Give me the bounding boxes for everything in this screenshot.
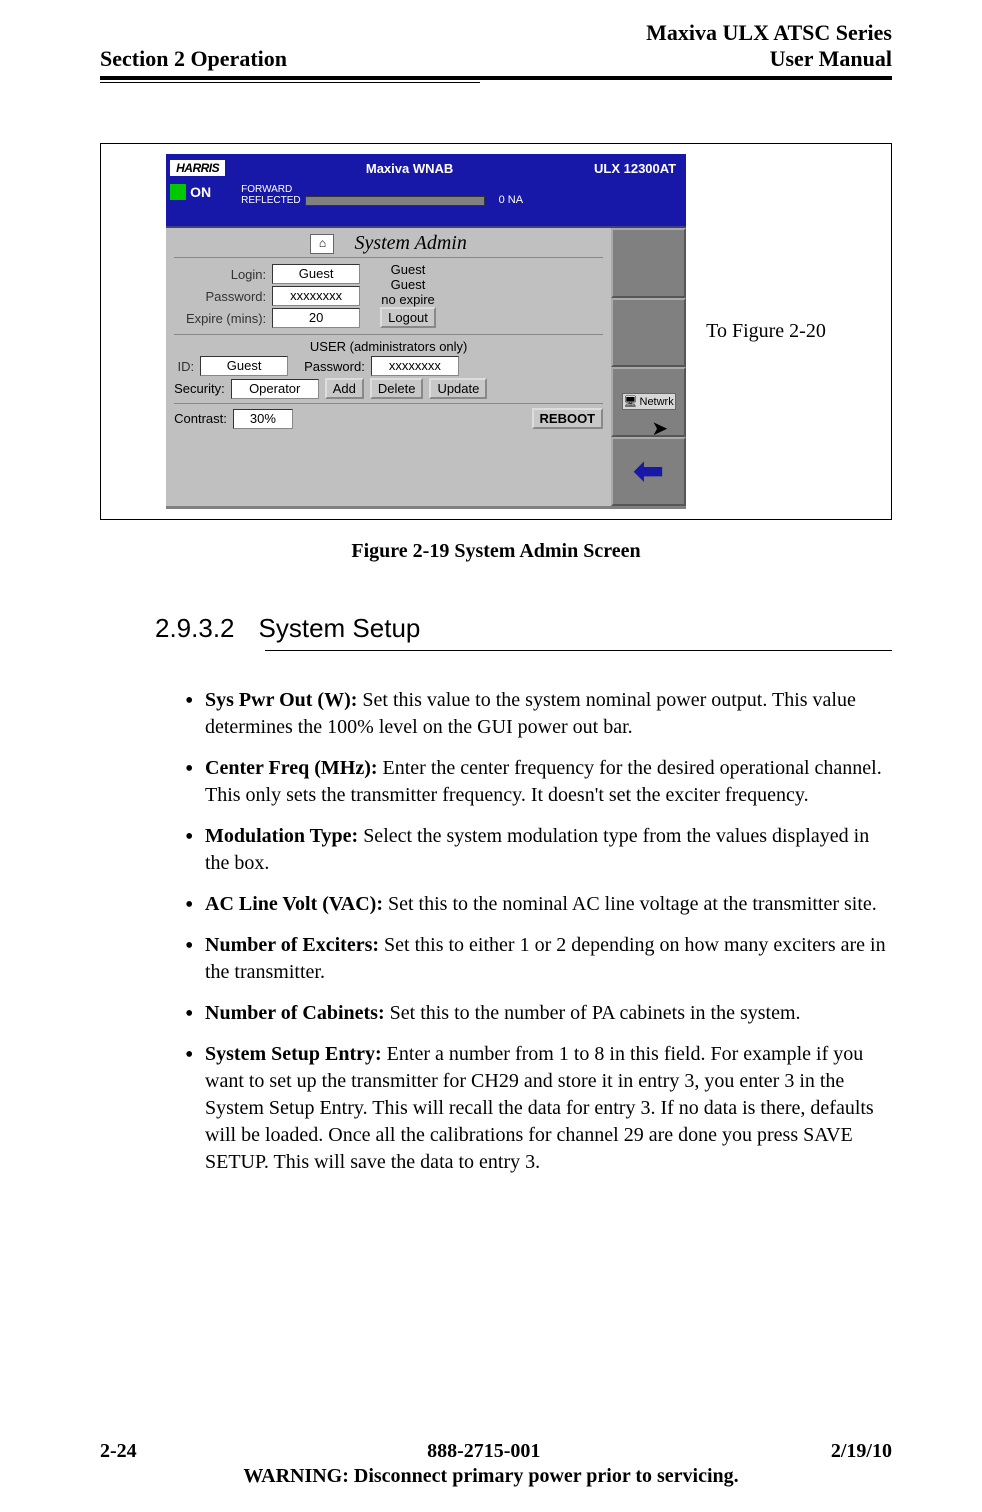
list-item: AC Line Volt (VAC): Set this to the nomi… bbox=[185, 891, 892, 918]
page-footer: 2-24 888-2715-001 2/19/10 WARNING: Disco… bbox=[0, 1440, 982, 1488]
title-mid: Maxiva WNAB bbox=[225, 161, 594, 176]
footer-date: 2/19/10 bbox=[831, 1440, 892, 1463]
subsection-title: System Setup bbox=[259, 613, 421, 644]
subsection-heading: 2.9.3.2 System Setup bbox=[155, 613, 892, 644]
cursor-icon: ➤ bbox=[651, 416, 668, 441]
bullet-bold: Center Freq (MHz): bbox=[205, 757, 378, 779]
list-item: Number of Cabinets: Set this to the numb… bbox=[185, 1000, 892, 1027]
on-label: ON bbox=[190, 184, 211, 200]
security-field[interactable]: Operator bbox=[231, 379, 319, 399]
back-arrow-icon: ⬅ bbox=[634, 450, 664, 492]
reflected-label: REFLECTED bbox=[241, 195, 300, 206]
login-label: Login: bbox=[174, 267, 266, 282]
network-label: Netwrk bbox=[640, 396, 674, 408]
id-field[interactable]: Guest bbox=[200, 356, 288, 376]
title-bar: HARRIS Maxiva WNAB ULX 12300AT bbox=[166, 154, 686, 182]
home-icon[interactable]: ⌂ bbox=[310, 234, 334, 254]
bullet-bold: Sys Pwr Out (W): bbox=[205, 689, 357, 711]
password-field[interactable]: xxxxxxxx bbox=[272, 286, 360, 306]
section-label: Section 2 Operation bbox=[100, 46, 287, 72]
noexpire-text: no expire bbox=[380, 292, 436, 307]
bullet-text: Set this to the nominal AC line voltage … bbox=[383, 893, 877, 915]
expire-label: Expire (mins): bbox=[174, 311, 266, 326]
header-rule bbox=[100, 82, 480, 83]
expire-field[interactable]: 20 bbox=[272, 308, 360, 328]
network-icon: 🖥 bbox=[624, 395, 638, 408]
subsection-number: 2.9.3.2 bbox=[155, 613, 235, 644]
reboot-button[interactable]: REBOOT bbox=[532, 408, 604, 429]
pw2-label: Password: bbox=[304, 359, 365, 374]
logout-button[interactable]: Logout bbox=[380, 307, 436, 328]
list-item: Sys Pwr Out (W): Set this value to the s… bbox=[185, 687, 892, 741]
ona-label: 0 NA bbox=[499, 195, 523, 206]
id-label: ID: bbox=[174, 359, 194, 374]
login-field[interactable]: Guest bbox=[272, 264, 360, 284]
harris-logo: HARRIS bbox=[170, 160, 225, 176]
update-button[interactable]: Update bbox=[429, 378, 487, 399]
bullet-bold: Number of Cabinets: bbox=[205, 1002, 385, 1024]
contrast-field[interactable]: 30% bbox=[233, 409, 293, 429]
password-label: Password: bbox=[174, 289, 266, 304]
admin-panel: ⌂ System Admin Login: Guest Password: xxxx… bbox=[166, 228, 611, 506]
list-item: System Setup Entry: Enter a number from … bbox=[185, 1041, 892, 1176]
side-buttons: 🖥Netwrk ⬅ bbox=[611, 228, 686, 506]
list-item: Center Freq (MHz): Enter the center freq… bbox=[185, 755, 892, 809]
guest-text-2: Guest bbox=[380, 277, 436, 292]
security-label: Security: bbox=[174, 381, 225, 396]
side-button-2[interactable] bbox=[611, 298, 686, 368]
bullet-text: Set this to the number of PA cabinets in… bbox=[385, 1002, 801, 1024]
footer-warning: WARNING: Disconnect primary power prior … bbox=[0, 1465, 982, 1488]
to-figure-label: To Figure 2-20 bbox=[706, 320, 826, 343]
footer-page: 2-24 bbox=[100, 1440, 137, 1463]
user-header: USER (administrators only) bbox=[174, 339, 603, 354]
series-label: Maxiva ULX ATSC Series bbox=[646, 20, 892, 46]
figure-caption: Figure 2-19 System Admin Screen bbox=[100, 540, 892, 563]
add-button[interactable]: Add bbox=[325, 378, 364, 399]
manual-label: User Manual bbox=[646, 46, 892, 72]
side-button-network[interactable]: 🖥Netwrk bbox=[611, 367, 686, 437]
bullet-bold: Number of Exciters: bbox=[205, 934, 379, 956]
forward-label: FORWARD bbox=[241, 184, 292, 195]
panel-title: System Admin bbox=[354, 232, 466, 255]
delete-button[interactable]: Delete bbox=[370, 378, 424, 399]
title-right: ULX 12300AT bbox=[594, 161, 682, 176]
subsection-rule bbox=[265, 650, 892, 651]
list-item: Modulation Type: Select the system modul… bbox=[185, 823, 892, 877]
system-admin-screenshot: HARRIS Maxiva WNAB ULX 12300AT ON FORWAR… bbox=[166, 154, 686, 509]
figure-box: HARRIS Maxiva WNAB ULX 12300AT ON FORWAR… bbox=[100, 143, 892, 520]
reflected-bar bbox=[305, 196, 485, 206]
page-header: Section 2 Operation Maxiva ULX ATSC Seri… bbox=[100, 20, 892, 80]
list-item: Number of Exciters: Set this to either 1… bbox=[185, 932, 892, 986]
bullet-list: Sys Pwr Out (W): Set this value to the s… bbox=[185, 687, 892, 1176]
pw2-field[interactable]: xxxxxxxx bbox=[371, 356, 459, 376]
bullet-bold: AC Line Volt (VAC): bbox=[205, 893, 383, 915]
guest-text-1: Guest bbox=[380, 262, 436, 277]
on-indicator-icon bbox=[170, 184, 186, 200]
side-button-1[interactable] bbox=[611, 228, 686, 298]
footer-phone: 888-2715-001 bbox=[427, 1440, 540, 1463]
contrast-label: Contrast: bbox=[174, 411, 227, 426]
side-button-back[interactable]: ⬅ bbox=[611, 437, 686, 507]
bullet-bold: Modulation Type: bbox=[205, 825, 358, 847]
bullet-bold: System Setup Entry: bbox=[205, 1043, 382, 1065]
status-bar: ON FORWARD REFLECTED 0 NA bbox=[166, 182, 686, 228]
